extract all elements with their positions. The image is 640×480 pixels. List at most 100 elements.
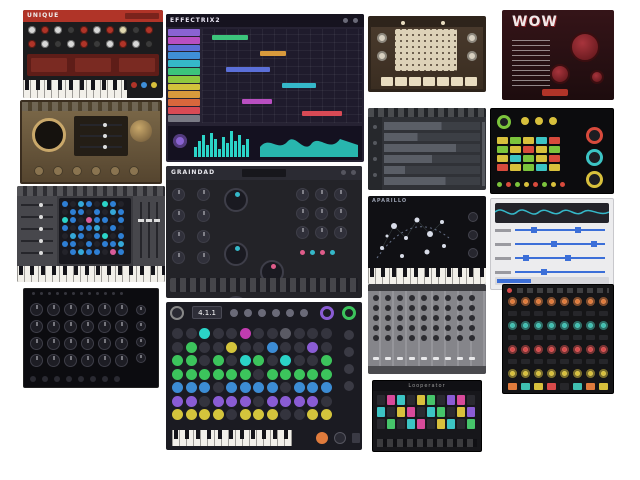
sample-cell[interactable]	[523, 155, 534, 162]
knob[interactable]	[41, 26, 49, 34]
channel-knob[interactable]	[397, 315, 403, 321]
send-knob[interactable]	[573, 369, 582, 378]
mode-key[interactable]	[437, 77, 449, 86]
note-pad[interactable]	[321, 369, 332, 380]
note-pad[interactable]	[267, 409, 278, 420]
matrix-dot[interactable]	[78, 249, 84, 255]
knob[interactable]	[129, 166, 139, 176]
matrix-dot[interactable]	[110, 241, 116, 247]
knob[interactable]	[80, 26, 88, 34]
input-knob[interactable]	[377, 33, 387, 43]
note-pad[interactable]	[267, 382, 278, 393]
note-pad[interactable]	[199, 396, 210, 407]
bypass-switch[interactable]	[542, 89, 568, 96]
note-pad[interactable]	[172, 409, 183, 420]
decay-knob[interactable]	[560, 321, 569, 330]
channel-knob[interactable]	[421, 305, 427, 311]
sample-cell[interactable]	[549, 137, 560, 144]
matrix-dot[interactable]	[118, 201, 124, 207]
note-pad[interactable]	[240, 396, 251, 407]
effect-track-label[interactable]	[168, 91, 200, 98]
knob[interactable]	[91, 166, 101, 176]
matrix-knob[interactable]	[81, 303, 94, 316]
matrix-knob[interactable]	[30, 303, 43, 316]
note-pad[interactable]	[172, 382, 183, 393]
slice-cell[interactable]	[407, 395, 415, 405]
sample-cell[interactable]	[536, 146, 547, 153]
preset-display[interactable]	[125, 13, 159, 19]
matrix-dot[interactable]	[86, 217, 92, 223]
tone-knob[interactable]	[535, 117, 543, 125]
grain-pitch-knob[interactable]	[224, 296, 248, 298]
matrix-dot[interactable]	[78, 201, 84, 207]
note-pad[interactable]	[307, 328, 318, 339]
mode-key[interactable]	[381, 77, 393, 86]
matrix-dot[interactable]	[62, 201, 68, 207]
knob[interactable]	[119, 40, 127, 48]
matrix-dot[interactable]	[86, 225, 92, 231]
knob[interactable]	[34, 166, 44, 176]
step-row[interactable]	[384, 177, 480, 185]
note-pad[interactable]	[267, 342, 278, 353]
level-knob[interactable]	[508, 345, 517, 354]
mod-handle[interactable]	[523, 255, 529, 261]
level-knob[interactable]	[521, 345, 530, 354]
effect-track-label[interactable]	[168, 29, 200, 36]
matrix-dot[interactable]	[70, 225, 76, 231]
dial-display[interactable]	[32, 118, 66, 152]
matrix-knob[interactable]	[81, 354, 94, 367]
fx-knob[interactable]	[315, 207, 328, 220]
note-pad[interactable]	[294, 409, 305, 420]
note-pad[interactable]	[280, 396, 291, 407]
channel-knob[interactable]	[445, 295, 451, 301]
note-pad[interactable]	[307, 369, 318, 380]
fx-knob[interactable]	[296, 226, 309, 239]
note-pad[interactable]	[294, 369, 305, 380]
loop-region[interactable]	[497, 279, 531, 283]
status-led[interactable]	[533, 182, 538, 187]
note-pad[interactable]	[307, 342, 318, 353]
step-pad[interactable]	[534, 359, 543, 364]
channel-knob[interactable]	[373, 305, 379, 311]
note-pad[interactable]	[172, 369, 183, 380]
note-pad[interactable]	[226, 396, 237, 407]
step-row[interactable]	[384, 133, 480, 141]
select-button[interactable]	[599, 383, 608, 390]
note-pad[interactable]	[253, 369, 264, 380]
channel-knob[interactable]	[469, 295, 475, 301]
level-knob[interactable]	[560, 345, 569, 354]
matrix-dot[interactable]	[110, 217, 116, 223]
sample-cell[interactable]	[497, 155, 508, 162]
grain-param-knob[interactable]	[197, 251, 210, 264]
matrix-knob[interactable]	[98, 320, 111, 333]
mod-handle[interactable]	[541, 269, 547, 275]
sequence-block[interactable]	[212, 35, 248, 40]
mode-key[interactable]	[409, 77, 421, 86]
note-pad[interactable]	[226, 342, 237, 353]
effect-track-label[interactable]	[168, 99, 200, 106]
keyboard[interactable]	[172, 430, 292, 446]
matrix-dot[interactable]	[70, 233, 76, 239]
matrix-dot[interactable]	[62, 209, 68, 215]
env-fader[interactable]	[156, 202, 158, 258]
note-pad[interactable]	[253, 396, 264, 407]
sample-cell[interactable]	[523, 146, 534, 153]
tune-knob[interactable]	[521, 297, 530, 306]
note-pad[interactable]	[186, 328, 197, 339]
blue-led[interactable]	[141, 82, 147, 88]
step-row[interactable]	[384, 122, 480, 130]
matrix-dot[interactable]	[102, 217, 108, 223]
matrix-knob[interactable]	[98, 303, 111, 316]
sample-cell[interactable]	[510, 137, 521, 144]
close-icon[interactable]	[286, 309, 294, 317]
step-bargraph[interactable]	[194, 129, 252, 157]
channel-knob[interactable]	[433, 305, 439, 311]
macro-slider[interactable]	[21, 204, 53, 206]
grain-param-knob[interactable]	[172, 251, 185, 264]
knob[interactable]	[67, 40, 75, 48]
decay-knob[interactable]	[508, 321, 517, 330]
step-pad[interactable]	[560, 311, 569, 316]
mode-key[interactable]	[465, 77, 477, 86]
note-pad[interactable]	[172, 396, 183, 407]
stop-button[interactable]	[352, 433, 360, 443]
